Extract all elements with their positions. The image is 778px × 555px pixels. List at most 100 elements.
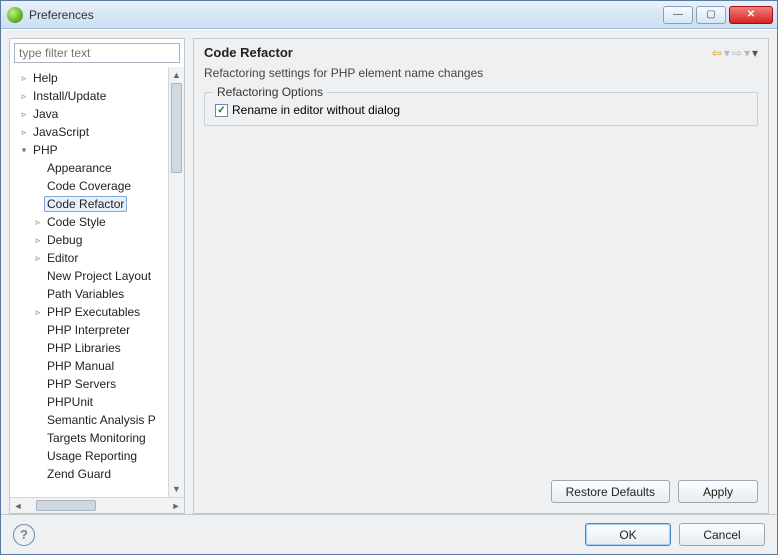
preferences-window: Preferences — ▢ ✕ ▹Help▹Install/Update▹J… <box>0 0 778 555</box>
tree-item[interactable]: Code Coverage <box>12 177 168 195</box>
tree-item-label: PHPUnit <box>44 394 96 410</box>
client-area: ▹Help▹Install/Update▹Java▹JavaScript▾PHP… <box>1 29 777 554</box>
scroll-up-arrow-icon[interactable]: ▲ <box>169 67 184 83</box>
tree-item-label: Code Refactor <box>44 196 127 212</box>
tree-item[interactable]: Path Variables <box>12 285 168 303</box>
tree-item-label: JavaScript <box>30 124 92 140</box>
tree-item-label: Debug <box>44 232 85 248</box>
nav-forward-icon[interactable]: ⇨ <box>732 46 742 60</box>
group-title: Refactoring Options <box>213 85 327 99</box>
spacer <box>194 130 768 474</box>
rename-without-dialog-option[interactable]: ✓ Rename in editor without dialog <box>215 103 747 117</box>
minimize-button[interactable]: — <box>663 6 693 24</box>
tree-item[interactable]: ▹Help <box>12 69 168 87</box>
tree-viewport: ▹Help▹Install/Update▹Java▹JavaScript▾PHP… <box>10 67 184 497</box>
expand-icon[interactable]: ▹ <box>18 73 30 84</box>
tree-item-label: PHP <box>30 142 61 158</box>
tree-item-label: Usage Reporting <box>44 448 140 464</box>
scroll-thumb[interactable] <box>171 83 182 173</box>
tree-item[interactable]: ▹Install/Update <box>12 87 168 105</box>
scroll-right-arrow-icon[interactable]: ► <box>168 501 184 511</box>
tree-item-label: Editor <box>44 250 81 266</box>
tree-item[interactable]: ▾PHP <box>12 141 168 159</box>
page-nav: ⇦ ▾ ⇨ ▾ ▾ <box>712 46 758 60</box>
bottom-bar: ? OK Cancel <box>1 514 777 554</box>
tree-item-label: Semantic Analysis P <box>44 412 159 428</box>
tree-item-label: PHP Interpreter <box>44 322 133 338</box>
rename-without-dialog-checkbox[interactable]: ✓ <box>215 104 228 117</box>
tree-item[interactable]: ▹Java <box>12 105 168 123</box>
refactoring-options-group: Refactoring Options ✓ Rename in editor w… <box>204 92 758 126</box>
page-button-row: Restore Defaults Apply <box>194 474 768 513</box>
hscroll-track[interactable] <box>26 498 168 513</box>
ok-button[interactable]: OK <box>585 523 671 546</box>
expand-icon[interactable]: ▹ <box>18 127 30 138</box>
tree-item[interactable]: New Project Layout <box>12 267 168 285</box>
maximize-button[interactable]: ▢ <box>696 6 726 24</box>
page-title: Code Refactor <box>204 45 712 60</box>
tree-item-label: Code Style <box>44 214 109 230</box>
expand-icon[interactable]: ▹ <box>32 253 44 264</box>
page-header: Code Refactor ⇦ ▾ ⇨ ▾ ▾ <box>194 39 768 64</box>
tree-item[interactable]: ▹Code Style <box>12 213 168 231</box>
tree-item[interactable]: Targets Monitoring <box>12 429 168 447</box>
scroll-down-arrow-icon[interactable]: ▼ <box>169 481 184 497</box>
app-icon <box>7 7 23 23</box>
help-icon[interactable]: ? <box>13 524 35 546</box>
tree-item-label: New Project Layout <box>44 268 154 284</box>
tree-item[interactable]: ▹Debug <box>12 231 168 249</box>
tree-horizontal-scrollbar[interactable]: ◄ ► <box>10 497 184 513</box>
window-controls: — ▢ ✕ <box>663 6 773 24</box>
nav-back-menu-icon[interactable]: ▾ <box>724 46 730 60</box>
tree-item[interactable]: Code Refactor <box>12 195 168 213</box>
nav-menu-icon[interactable]: ▾ <box>752 46 758 60</box>
scroll-track[interactable] <box>169 83 184 481</box>
expand-icon[interactable]: ▹ <box>32 307 44 318</box>
tree-item-label: Code Coverage <box>44 178 134 194</box>
tree-item-label: PHP Libraries <box>44 340 124 356</box>
tree-item-label: Targets Monitoring <box>44 430 149 446</box>
tree-item[interactable]: ▹Editor <box>12 249 168 267</box>
expand-icon[interactable]: ▹ <box>32 217 44 228</box>
tree-item[interactable]: PHPUnit <box>12 393 168 411</box>
tree-item[interactable]: Zend Guard <box>12 465 168 483</box>
tree-item[interactable]: PHP Interpreter <box>12 321 168 339</box>
tree-item-label: Zend Guard <box>44 466 114 482</box>
nav-back-icon[interactable]: ⇦ <box>712 46 722 60</box>
hscroll-thumb[interactable] <box>36 500 96 511</box>
expand-icon[interactable]: ▹ <box>18 91 30 102</box>
tree-item[interactable]: ▹JavaScript <box>12 123 168 141</box>
tree-item[interactable]: PHP Manual <box>12 357 168 375</box>
tree-vertical-scrollbar[interactable]: ▲ ▼ <box>168 67 184 497</box>
tree-item[interactable]: ▹PHP Executables <box>12 303 168 321</box>
check-icon: ✓ <box>217 105 225 116</box>
cancel-button[interactable]: Cancel <box>679 523 765 546</box>
tree-item-label: Path Variables <box>44 286 127 302</box>
titlebar: Preferences — ▢ ✕ <box>1 1 777 29</box>
tree-item[interactable]: PHP Libraries <box>12 339 168 357</box>
main-area: ▹Help▹Install/Update▹Java▹JavaScript▾PHP… <box>1 30 777 514</box>
expand-icon[interactable]: ▹ <box>18 109 30 120</box>
preference-tree[interactable]: ▹Help▹Install/Update▹Java▹JavaScript▾PHP… <box>10 67 168 497</box>
scroll-left-arrow-icon[interactable]: ◄ <box>10 501 26 511</box>
window-title: Preferences <box>29 8 663 22</box>
collapse-icon[interactable]: ▾ <box>18 145 30 156</box>
tree-item[interactable]: Usage Reporting <box>12 447 168 465</box>
tree-item-label: PHP Manual <box>44 358 117 374</box>
tree-item[interactable]: Semantic Analysis P <box>12 411 168 429</box>
tree-item-label: PHP Servers <box>44 376 119 392</box>
expand-icon[interactable]: ▹ <box>32 235 44 246</box>
tree-item-label: Help <box>30 70 61 86</box>
rename-without-dialog-label: Rename in editor without dialog <box>232 103 400 117</box>
nav-forward-menu-icon[interactable]: ▾ <box>744 46 750 60</box>
tree-item[interactable]: Appearance <box>12 159 168 177</box>
right-pane: Code Refactor ⇦ ▾ ⇨ ▾ ▾ Refactoring sett… <box>193 38 769 514</box>
filter-input[interactable] <box>14 43 180 63</box>
tree-item[interactable]: PHP Servers <box>12 375 168 393</box>
tree-item-label: Install/Update <box>30 88 109 104</box>
left-pane: ▹Help▹Install/Update▹Java▹JavaScript▾PHP… <box>9 38 185 514</box>
tree-item-label: PHP Executables <box>44 304 143 320</box>
restore-defaults-button[interactable]: Restore Defaults <box>551 480 670 503</box>
close-button[interactable]: ✕ <box>729 6 773 24</box>
apply-button[interactable]: Apply <box>678 480 758 503</box>
